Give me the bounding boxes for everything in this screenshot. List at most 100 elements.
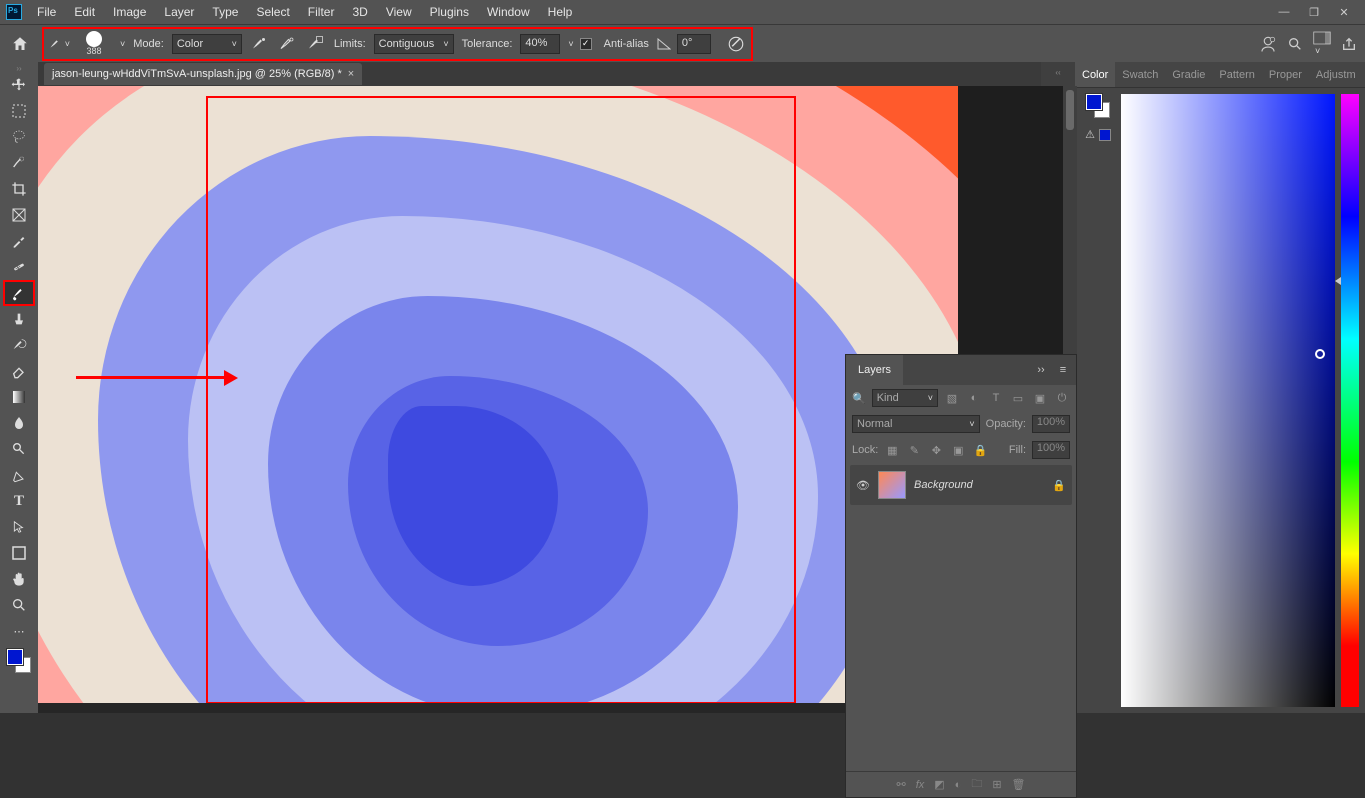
filter-pixel-icon[interactable]: ▧ <box>944 390 960 406</box>
close-icon[interactable]: × <box>348 68 354 80</box>
lock-artboard-icon[interactable]: ▣ <box>950 442 966 458</box>
menu-filter[interactable]: Filter <box>299 0 344 24</box>
path-select-tool[interactable] <box>3 514 35 540</box>
pressure-size-button[interactable] <box>725 33 747 55</box>
menu-3d[interactable]: 3D <box>343 0 376 24</box>
link-layers-icon[interactable]: ⚯ <box>896 778 905 791</box>
window-restore-button[interactable]: ❐ <box>1305 3 1323 21</box>
shape-tool[interactable] <box>3 540 35 566</box>
cloud-docs-button[interactable] <box>1259 35 1277 53</box>
fill-input[interactable]: 100% <box>1032 441 1070 459</box>
limits-select[interactable]: Contiguous˅ <box>374 34 454 54</box>
tab-gradients[interactable]: Gradie <box>1165 62 1212 88</box>
new-layer-icon[interactable]: ⊞ <box>992 778 1001 791</box>
lasso-tool[interactable] <box>3 124 35 150</box>
lock-trans-icon[interactable]: ▦ <box>884 442 900 458</box>
eyedropper-tool[interactable] <box>3 228 35 254</box>
document-tab[interactable]: jason-leung-wHddViTmSvA-unsplash.jpg @ 2… <box>44 63 362 85</box>
healing-brush-tool[interactable] <box>3 254 35 280</box>
opacity-input[interactable]: 100% <box>1032 415 1070 433</box>
edit-toolbar-button[interactable]: ⋯ <box>3 618 35 644</box>
tolerance-input[interactable]: 40% <box>520 34 560 54</box>
zoom-tool[interactable] <box>3 592 35 618</box>
window-close-button[interactable]: ✕ <box>1335 3 1353 21</box>
canvas[interactable] <box>38 86 958 703</box>
hand-tool[interactable] <box>3 566 35 592</box>
search-icon[interactable]: 🔍 <box>852 392 866 405</box>
sampling-once-button[interactable] <box>276 33 298 55</box>
menu-window[interactable]: Window <box>478 0 539 24</box>
lock-pos-icon[interactable]: ✥ <box>928 442 944 458</box>
panel-menu-icon[interactable]: ≡ <box>1054 364 1072 376</box>
layers-tab[interactable]: Layers <box>846 355 903 385</box>
fg-bg-swatch[interactable] <box>1086 94 1110 118</box>
menu-view[interactable]: View <box>377 0 421 24</box>
crop-tool[interactable] <box>3 176 35 202</box>
dock-grip[interactable]: ‹‹ <box>1055 68 1060 77</box>
menu-plugins[interactable]: Plugins <box>421 0 478 24</box>
filter-adjust-icon[interactable]: ◐ <box>966 390 982 406</box>
layer-row-background[interactable]: 👁 Background 🔒 <box>850 465 1072 505</box>
tab-color[interactable]: Color <box>1075 62 1115 88</box>
brush-preset-picker[interactable]: 388 <box>76 30 112 58</box>
mode-select[interactable]: Color˅ <box>172 34 242 54</box>
type-tool[interactable]: T <box>3 488 35 514</box>
layer-group-icon[interactable]: 🗀 <box>971 775 982 794</box>
chevron-down-icon[interactable]: ˅ <box>568 39 573 49</box>
delete-layer-icon[interactable]: 🗑 <box>1012 778 1026 791</box>
menu-type[interactable]: Type <box>203 0 247 24</box>
filter-toggle-icon[interactable]: ⏻ <box>1054 390 1070 406</box>
color-picker-field[interactable] <box>1121 94 1335 707</box>
menu-image[interactable]: Image <box>104 0 155 24</box>
filter-type-icon[interactable]: T <box>988 390 1004 406</box>
collapse-icon[interactable]: ›› <box>1032 364 1050 376</box>
window-minimize-button[interactable]: — <box>1275 3 1293 21</box>
workspace-switcher[interactable]: ˅ <box>1313 31 1331 57</box>
gamut-warning[interactable]: ⚠ <box>1085 128 1111 141</box>
layer-fx-icon[interactable]: fx <box>916 779 925 791</box>
gradient-tool[interactable] <box>3 384 35 410</box>
picker-cursor[interactable] <box>1315 349 1325 359</box>
brush-tool[interactable] <box>3 280 35 306</box>
sampling-continuous-button[interactable] <box>248 33 270 55</box>
chevron-down-icon[interactable]: ˅ <box>120 39 125 49</box>
menu-help[interactable]: Help <box>539 0 582 24</box>
lock-all-icon[interactable]: 🔒 <box>972 442 988 458</box>
tab-adjustments[interactable]: Adjustm <box>1309 62 1363 88</box>
blur-tool[interactable] <box>3 410 35 436</box>
filter-shape-icon[interactable]: ▭ <box>1010 390 1026 406</box>
share-button[interactable] <box>1341 36 1357 52</box>
tab-swatches[interactable]: Swatch <box>1115 62 1165 88</box>
pen-tool[interactable] <box>3 462 35 488</box>
quick-select-tool[interactable] <box>3 150 35 176</box>
layer-thumbnail[interactable] <box>878 471 906 499</box>
search-button[interactable] <box>1287 36 1303 52</box>
marquee-tool[interactable] <box>3 98 35 124</box>
menu-edit[interactable]: Edit <box>65 0 104 24</box>
dodge-tool[interactable] <box>3 436 35 462</box>
visibility-icon[interactable]: 👁 <box>856 479 870 492</box>
layer-mask-icon[interactable]: ◩ <box>934 778 944 791</box>
move-tool[interactable] <box>3 72 35 98</box>
tab-patterns[interactable]: Pattern <box>1212 62 1261 88</box>
layer-filter-select[interactable]: Kind˅ <box>872 389 938 407</box>
menu-file[interactable]: File <box>28 0 65 24</box>
sampling-swatch-button[interactable] <box>304 33 326 55</box>
tool-preset-picker[interactable]: ˅ <box>48 33 70 55</box>
home-button[interactable] <box>6 30 34 58</box>
lock-paint-icon[interactable]: ✎ <box>906 442 922 458</box>
tab-properties[interactable]: Proper <box>1262 62 1309 88</box>
toolbox-grip[interactable]: ›› <box>7 64 31 72</box>
frame-tool[interactable] <box>3 202 35 228</box>
menu-select[interactable]: Select <box>247 0 298 24</box>
color-swatches[interactable] <box>3 644 35 678</box>
adjustment-layer-icon[interactable]: ◐ <box>955 779 962 791</box>
menu-layer[interactable]: Layer <box>155 0 203 24</box>
history-brush-tool[interactable] <box>3 332 35 358</box>
lock-icon[interactable]: 🔒 <box>1052 479 1066 492</box>
antialias-checkbox[interactable] <box>580 38 592 50</box>
blend-mode-select[interactable]: Normal˅ <box>852 415 980 433</box>
filter-smart-icon[interactable]: ▣ <box>1032 390 1048 406</box>
clone-stamp-tool[interactable] <box>3 306 35 332</box>
angle-input[interactable]: 0° <box>677 34 711 54</box>
